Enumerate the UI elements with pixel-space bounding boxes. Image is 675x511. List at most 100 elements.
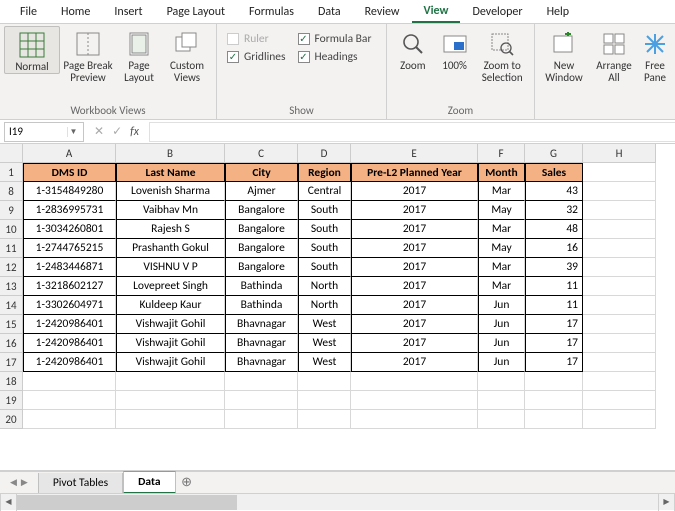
select-all-corner[interactable] xyxy=(0,144,23,163)
cell[interactable] xyxy=(583,182,656,201)
column-header[interactable]: D xyxy=(298,144,351,163)
cell[interactable]: South xyxy=(298,258,351,277)
row-header[interactable]: 11 xyxy=(0,239,23,258)
row-header[interactable]: 19 xyxy=(0,391,23,410)
cell[interactable] xyxy=(583,334,656,353)
cell[interactable]: 1-3302604971 xyxy=(23,296,116,315)
cell[interactable]: 17 xyxy=(525,353,583,372)
tab-data[interactable]: Data xyxy=(306,1,353,22)
cell[interactable]: 2017 xyxy=(351,334,478,353)
tab-view[interactable]: View xyxy=(412,0,461,23)
column-header[interactable]: G xyxy=(525,144,583,163)
cell[interactable] xyxy=(351,372,478,391)
table-header[interactable]: Region xyxy=(298,163,351,182)
cell[interactable]: 2017 xyxy=(351,296,478,315)
row-header[interactable]: 9 xyxy=(0,201,23,220)
cell[interactable]: Mar xyxy=(478,182,525,201)
worksheet-grid[interactable]: ABCDEFGH 1891011121314151617181920 DMS I… xyxy=(0,144,675,471)
cell[interactable]: Jun xyxy=(478,296,525,315)
cell[interactable] xyxy=(225,391,298,410)
cell[interactable] xyxy=(478,372,525,391)
cell[interactable]: 32 xyxy=(525,201,583,220)
scroll-thumb[interactable] xyxy=(17,495,237,510)
customviews-button[interactable]: Custom Views xyxy=(162,26,212,84)
cell[interactable]: 1-2420986401 xyxy=(23,334,116,353)
pagebreak-button[interactable]: Page Break Preview xyxy=(60,26,116,84)
cell[interactable]: 2017 xyxy=(351,201,478,220)
scroll-left-icon[interactable]: ◀ xyxy=(0,494,17,511)
cell[interactable]: 1-2483446871 xyxy=(23,258,116,277)
cell[interactable]: 1-3034260801 xyxy=(23,220,116,239)
cell[interactable]: 43 xyxy=(525,182,583,201)
cell[interactable]: Kuldeep Kaur xyxy=(116,296,225,315)
formulabar-checkbox[interactable]: Formula Bar xyxy=(298,32,372,46)
new-window-button[interactable]: New Window xyxy=(539,26,589,84)
tab-formulas[interactable]: Formulas xyxy=(237,1,306,22)
cell[interactable]: South xyxy=(298,201,351,220)
row-header[interactable]: 1 xyxy=(0,163,23,182)
cell[interactable] xyxy=(583,220,656,239)
cell[interactable]: Ajmer xyxy=(225,182,298,201)
cell[interactable]: 1-3218602127 xyxy=(23,277,116,296)
row-header[interactable]: 20 xyxy=(0,410,23,429)
column-header[interactable]: H xyxy=(583,144,656,163)
sheet-tab-pivot[interactable]: Pivot Tables xyxy=(38,473,123,493)
cell[interactable]: May xyxy=(478,239,525,258)
cell[interactable] xyxy=(583,163,656,182)
row-header[interactable]: 17 xyxy=(0,353,23,372)
nav-next-icon[interactable]: ▶ xyxy=(21,477,28,488)
cell[interactable] xyxy=(298,391,351,410)
cell[interactable] xyxy=(116,410,225,429)
cell[interactable]: South xyxy=(298,239,351,258)
tab-review[interactable]: Review xyxy=(353,1,412,22)
zoom-selection-button[interactable]: Zoom to Selection xyxy=(474,26,530,84)
cell[interactable] xyxy=(478,391,525,410)
cell[interactable] xyxy=(525,372,583,391)
cell[interactable]: West xyxy=(298,334,351,353)
cell[interactable] xyxy=(583,410,656,429)
cell[interactable]: Prashanth Gokul xyxy=(116,239,225,258)
cell[interactable]: 16 xyxy=(525,239,583,258)
cell[interactable]: Rajesh S xyxy=(116,220,225,239)
cell[interactable] xyxy=(583,315,656,334)
row-header[interactable]: 14 xyxy=(0,296,23,315)
nav-prev-icon[interactable]: ◀ xyxy=(10,477,17,488)
cell[interactable]: Bathinda xyxy=(225,296,298,315)
cell[interactable]: 1-2836995731 xyxy=(23,201,116,220)
cell[interactable] xyxy=(225,372,298,391)
tab-pagelayout[interactable]: Page Layout xyxy=(155,1,237,22)
cell[interactable]: Vaibhav Mn xyxy=(116,201,225,220)
cell[interactable]: 2017 xyxy=(351,182,478,201)
cell[interactable]: 17 xyxy=(525,315,583,334)
normal-view-button[interactable]: Normal xyxy=(4,26,60,74)
cell[interactable]: Bangalore xyxy=(225,239,298,258)
formula-input[interactable] xyxy=(149,122,675,142)
cell[interactable]: Mar xyxy=(478,258,525,277)
cell[interactable]: Vishwajit Gohil xyxy=(116,353,225,372)
cell[interactable] xyxy=(525,391,583,410)
add-sheet-button[interactable]: ⊕ xyxy=(176,475,198,490)
column-header[interactable]: F xyxy=(478,144,525,163)
row-header[interactable]: 8 xyxy=(0,182,23,201)
cell[interactable]: 2017 xyxy=(351,239,478,258)
cell[interactable] xyxy=(23,372,116,391)
cell[interactable]: Jun xyxy=(478,353,525,372)
tab-help[interactable]: Help xyxy=(535,1,582,22)
cell[interactable] xyxy=(298,372,351,391)
cell[interactable]: Lovepreet Singh xyxy=(116,277,225,296)
freeze-panes-button[interactable]: Free Pane xyxy=(639,26,671,84)
cell[interactable]: VISHNU V P xyxy=(116,258,225,277)
column-header[interactable]: A xyxy=(23,144,116,163)
arrange-all-button[interactable]: Arrange All xyxy=(589,26,639,84)
row-header[interactable]: 10 xyxy=(0,220,23,239)
table-header[interactable]: Last Name xyxy=(116,163,225,182)
cell[interactable] xyxy=(583,353,656,372)
chevron-down-icon[interactable]: ▼ xyxy=(67,127,79,137)
table-header[interactable]: DMS ID xyxy=(23,163,116,182)
cell[interactable]: 1-3154849280 xyxy=(23,182,116,201)
cell[interactable] xyxy=(583,372,656,391)
cell[interactable]: South xyxy=(298,220,351,239)
row-header[interactable]: 12 xyxy=(0,258,23,277)
cell[interactable]: Mar xyxy=(478,220,525,239)
cell[interactable]: Bhavnagar xyxy=(225,334,298,353)
